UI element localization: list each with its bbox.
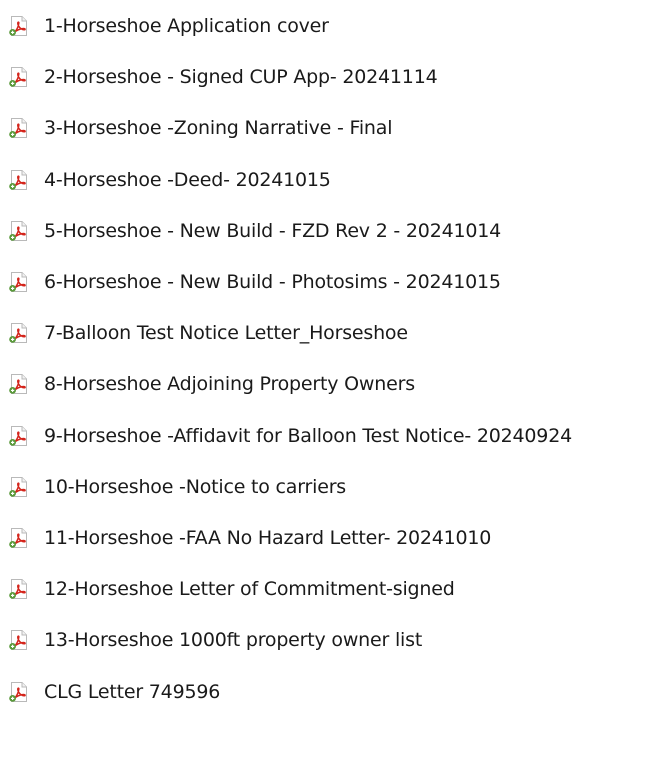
file-name: 6-Horseshoe - New Build - Photosims - 20… [44, 271, 501, 293]
pdf-file-icon [9, 425, 27, 446]
file-item-6[interactable]: 6-Horseshoe - New Build - Photosims - 20… [8, 262, 501, 302]
file-item-3[interactable]: 3-Horseshoe -Zoning Narrative - Final [8, 108, 392, 148]
pdf-file-icon [9, 528, 27, 548]
file-item-1[interactable]: 1-Horseshoe Application cover [8, 6, 329, 46]
file-name: 11-Horseshoe -FAA No Hazard Letter- 2024… [44, 527, 492, 549]
file-name: 13-Horseshoe 1000ft property owner list [44, 629, 423, 652]
pdf-file-icon [9, 16, 27, 36]
file-item-13[interactable]: 13-Horseshoe 1000ft property owner list [8, 620, 422, 660]
file-item-9[interactable]: 9-Horseshoe -Affidavit for Balloon Test … [8, 416, 572, 456]
file-name: 4-Horseshoe -Deed- 20241015 [44, 168, 331, 191]
pdf-file-icon [9, 374, 27, 395]
file-name: 1-Horseshoe Application cover [44, 15, 329, 37]
pdf-file-icon [9, 476, 27, 497]
pdf-file-icon [9, 169, 27, 190]
file-name: 5-Horseshoe - New Build - FZD Rev 2 - 20… [44, 219, 502, 242]
pdf-file-icon [9, 118, 27, 139]
file-name: 2-Horseshoe - Signed CUP App- 20241114 [44, 66, 438, 89]
file-item-12[interactable]: 12-Horseshoe Letter of Commitment-signed [8, 569, 455, 609]
pdf-file-icon [9, 67, 27, 88]
file-item-14[interactable]: CLG Letter 749596 [8, 672, 220, 712]
file-item-5[interactable]: 5-Horseshoe - New Build - FZD Rev 2 - 20… [8, 211, 501, 251]
file-item-7[interactable]: 7-Balloon Test Notice Letter_Horseshoe [8, 313, 408, 353]
file-item-8[interactable]: 8-Horseshoe Adjoining Property Owners [8, 364, 415, 404]
pdf-file-icon [9, 630, 27, 651]
pdf-file-icon [9, 323, 27, 344]
pdf-file-icon [9, 220, 27, 241]
file-name: CLG Letter 749596 [44, 680, 221, 703]
file-name: 8-Horseshoe Adjoining Property Owners [44, 373, 415, 396]
file-name: 12-Horseshoe Letter of Commitment-signed [44, 578, 455, 601]
file-name: 10-Horseshoe -Notice to carriers [44, 475, 347, 498]
file-item-10[interactable]: 10-Horseshoe -Notice to carriers [8, 467, 346, 507]
file-name: 3-Horseshoe -Zoning Narrative - Final [44, 117, 393, 140]
file-list: 1-Horseshoe Application cover 2-Horsesho… [0, 0, 650, 765]
pdf-file-icon [9, 681, 27, 702]
pdf-file-icon [9, 272, 27, 292]
file-name: 9-Horseshoe -Affidavit for Balloon Test … [44, 424, 572, 447]
file-item-2[interactable]: 2-Horseshoe - Signed CUP App- 20241114 [8, 57, 438, 97]
file-name: 7-Balloon Test Notice Letter_Horseshoe [44, 322, 408, 345]
pdf-file-icon [9, 579, 27, 600]
file-item-4[interactable]: 4-Horseshoe -Deed- 20241015 [8, 160, 331, 200]
file-item-11[interactable]: 11-Horseshoe -FAA No Hazard Letter- 2024… [8, 518, 491, 558]
